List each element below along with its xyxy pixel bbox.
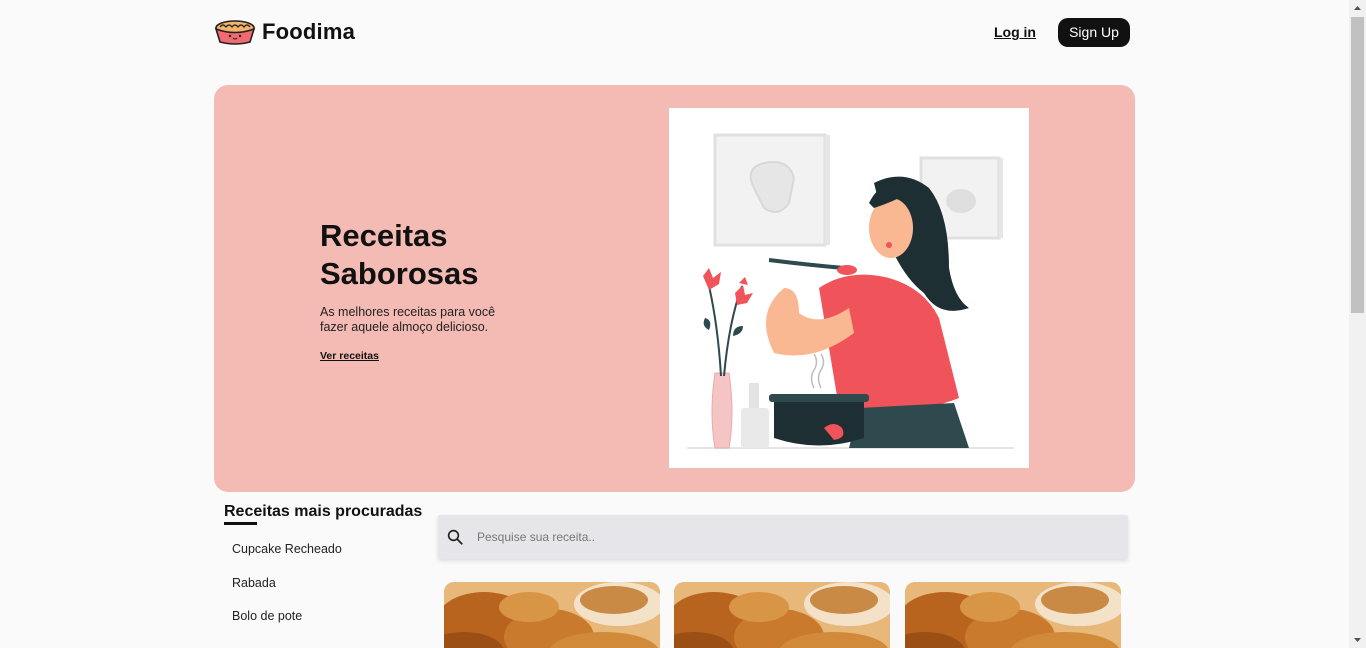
- scrollbar-thumb[interactable]: [1351, 17, 1364, 313]
- hero-title: Receitas Saborosas: [320, 217, 520, 293]
- cooking-illustration: [669, 108, 1029, 468]
- hero-subtitle: As melhores receitas para você fazer aqu…: [320, 305, 496, 334]
- search-bar: [438, 515, 1128, 559]
- pie-logo-icon: [214, 20, 256, 45]
- hero-text: Receitas Saborosas As melhores receitas …: [320, 217, 520, 364]
- view-recipes-link[interactable]: Ver receitas: [320, 350, 379, 362]
- popular-recipes-title: Receitas mais procuradas: [224, 503, 423, 520]
- auth-actions: Log in Sign Up: [994, 17, 1130, 47]
- recipe-card[interactable]: [444, 582, 660, 648]
- popular-recipe-item[interactable]: Rabada: [224, 574, 424, 608]
- recipe-card[interactable]: [674, 582, 890, 648]
- signup-button[interactable]: Sign Up: [1058, 17, 1130, 47]
- fried-chicken-image: [444, 582, 660, 648]
- scroll-up-arrow-icon[interactable]: [1349, 0, 1366, 17]
- hero-title-line2: Saborosas: [320, 256, 479, 291]
- header: Foodima Log in Sign Up: [214, 16, 1130, 48]
- search-input[interactable]: [477, 530, 1077, 544]
- search-icon[interactable]: [446, 528, 464, 546]
- brand-name: Foodima: [262, 19, 356, 44]
- popular-recipes: Receitas mais procuradas Cupcake Rechead…: [224, 503, 424, 641]
- fried-chicken-image: [905, 582, 1121, 648]
- fried-chicken-image: [674, 582, 890, 648]
- hero-banner: Receitas Saborosas As melhores receitas …: [214, 85, 1135, 492]
- popular-recipe-item[interactable]: Bolo de pote: [224, 607, 424, 641]
- scroll-down-arrow-icon[interactable]: [1349, 631, 1366, 648]
- brand[interactable]: Foodima: [214, 19, 355, 45]
- login-link[interactable]: Log in: [994, 24, 1036, 40]
- page-scrollbar[interactable]: [1349, 0, 1366, 648]
- title-underline: [224, 522, 257, 525]
- popular-recipe-item[interactable]: Cupcake Recheado: [224, 540, 424, 574]
- hero-title-line1: Receitas: [320, 218, 448, 253]
- recipe-card[interactable]: [905, 582, 1121, 648]
- popular-recipes-list: Cupcake Recheado Rabada Bolo de pote: [224, 540, 424, 641]
